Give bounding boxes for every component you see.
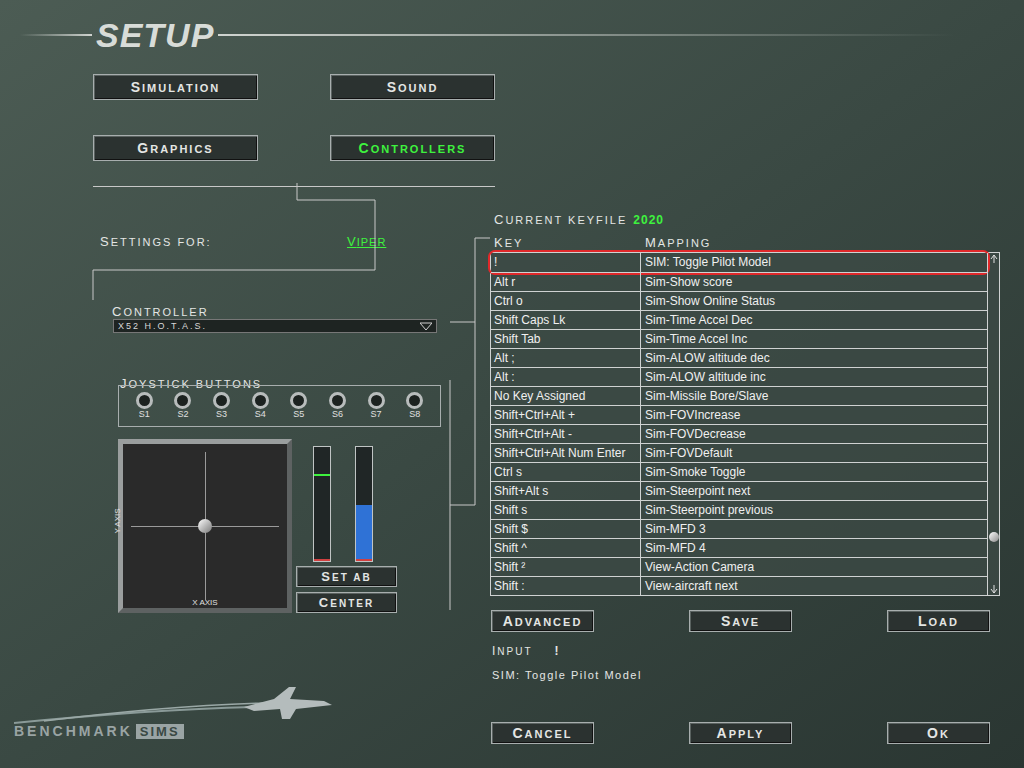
table-row[interactable]: Alt ;Sim-ALOW altitude dec xyxy=(491,348,987,367)
throttle-panel: SET AB CENTER xyxy=(296,439,397,613)
y-axis-label: Y AXIS xyxy=(113,508,123,533)
input-description: SIM: Toggle Pilot Model xyxy=(492,668,1000,682)
stick-button[interactable]: CENTER xyxy=(296,592,397,613)
stick-row: Y AXISX AXISSET AB CENTER xyxy=(118,439,490,613)
joystick-button: S6 xyxy=(329,392,346,420)
tab[interactable]: CONTROLLERS xyxy=(330,135,495,161)
file-button[interactable]: ADVANCED xyxy=(491,610,594,632)
input-value: ! xyxy=(555,644,559,658)
input-row: INPUT! xyxy=(492,644,1000,658)
dialog-button[interactable]: APPLY xyxy=(689,722,792,744)
scroll-thumb[interactable] xyxy=(989,532,999,542)
key-table: !SIM: Toggle Pilot ModelAlt rSim-Show sc… xyxy=(490,252,1000,596)
throttle-bar xyxy=(313,446,331,562)
jet-logo-icon xyxy=(14,685,334,725)
file-buttons: ADVANCED SAVE LOAD xyxy=(490,610,1000,632)
dialog-button[interactable]: OK xyxy=(887,722,990,744)
x-axis-label: X AXIS xyxy=(192,598,217,608)
joystick-button: S5 xyxy=(290,392,307,420)
dialog-button[interactable]: CANCEL xyxy=(491,722,594,744)
stick-ball xyxy=(198,519,212,533)
table-row[interactable]: Shift+Alt sSim-Steerpoint next xyxy=(491,481,987,500)
stick-area[interactable]: Y AXISX AXIS xyxy=(118,439,292,613)
controller-dropdown[interactable]: X52 H.O.T.A.S. xyxy=(113,319,437,333)
file-button[interactable]: LOAD xyxy=(887,610,990,632)
scroll-up-icon[interactable] xyxy=(990,254,998,264)
table-header: KEYMAPPING xyxy=(490,233,1000,252)
table-row[interactable]: Shift sSim-Steerpoint previous xyxy=(491,500,987,519)
tab[interactable]: SOUND xyxy=(330,74,495,100)
throttle-bar xyxy=(355,446,373,562)
scroll-down-icon[interactable] xyxy=(990,584,998,594)
table-row[interactable]: Shift ²View-Action Camera xyxy=(491,557,987,576)
file-button[interactable]: SAVE xyxy=(689,610,792,632)
table-row[interactable]: Shift TabSim-Time Accel Inc xyxy=(491,329,987,348)
table-row[interactable]: Alt rSim-Show score xyxy=(491,272,987,291)
keyfile: CURRENT KEYFILE2020 xyxy=(494,213,1000,227)
table-row[interactable]: !SIM: Toggle Pilot Model xyxy=(491,253,987,272)
joystick-button: S8 xyxy=(406,392,423,420)
table-row[interactable]: Shift Caps LkSim-Time Accel Dec xyxy=(491,310,987,329)
table-row[interactable]: Ctrl sSim-Smoke Toggle xyxy=(491,462,987,481)
tab[interactable]: GRAPHICS xyxy=(93,135,258,161)
joystick-button: S3 xyxy=(213,392,230,420)
logo: BENCHMARKSIMS xyxy=(14,685,490,739)
stick-button[interactable]: SET AB xyxy=(296,566,397,587)
controller-label: CONTROLLER xyxy=(112,299,490,313)
dropdown-arrow-icon xyxy=(420,322,432,331)
logo-name: BENCHMARK xyxy=(14,723,133,739)
body: SETTINGS FOR:VIPER CONTROLLER X52 H.O.T.A.… xyxy=(0,186,1024,744)
header: SETUP xyxy=(0,0,1024,70)
table-row[interactable]: Ctrl oSim-Show Online Status xyxy=(491,291,987,310)
table-row[interactable]: Shift+Ctrl+Alt -Sim-FOVDecrease xyxy=(491,424,987,443)
table-row[interactable]: No Key AssignedSim-Missile Bore/Slave xyxy=(491,386,987,405)
joystick-buttons-label: JOYSTICK BUTTONS xyxy=(120,371,490,385)
table-row[interactable]: Shift $Sim-MFD 3 xyxy=(491,519,987,538)
settings-for: SETTINGS FOR:VIPER xyxy=(100,235,490,249)
table-row[interactable]: Alt :Sim-ALOW altitude inc xyxy=(491,367,987,386)
scrollbar[interactable] xyxy=(987,253,999,595)
joystick-button: S7 xyxy=(368,392,385,420)
joystick-button: S1 xyxy=(136,392,153,420)
right-column: CURRENT KEYFILE2020KEYMAPPING!SIM: Toggl… xyxy=(490,186,1000,744)
table-row[interactable]: Shift ^Sim-MFD 4 xyxy=(491,538,987,557)
table-row[interactable]: Shift+Ctrl+Alt Num EnterSim-FOVDefault xyxy=(491,443,987,462)
joystick-buttons: S1 S2 S3 S4 S5 S6 S7 S8 xyxy=(118,385,441,427)
setup-screen: SETUPSIMULATIONSOUNDGRAPHICSCONTROLLERSS… xyxy=(0,0,1024,768)
settings-for-value[interactable]: VIPER xyxy=(347,235,386,249)
table-row[interactable]: Shift+Ctrl+Alt +Sim-FOVIncrease xyxy=(491,405,987,424)
joystick-button: S2 xyxy=(174,392,191,420)
left-column: SETTINGS FOR:VIPER CONTROLLER X52 H.O.T.A.… xyxy=(0,186,490,744)
joystick-button: S4 xyxy=(252,392,269,420)
table-row[interactable]: Shift :View-aircraft next xyxy=(491,576,987,595)
logo-suffix: SIMS xyxy=(136,724,184,739)
setup-title: SETUP xyxy=(92,15,218,55)
keyfile-value: 2020 xyxy=(633,213,664,227)
tab[interactable]: SIMULATION xyxy=(93,74,258,100)
dialog-buttons: CANCEL APPLY OK xyxy=(490,722,1000,744)
tabs: SIMULATION SOUND GRAPHICS CONTROLLERS xyxy=(93,74,495,161)
